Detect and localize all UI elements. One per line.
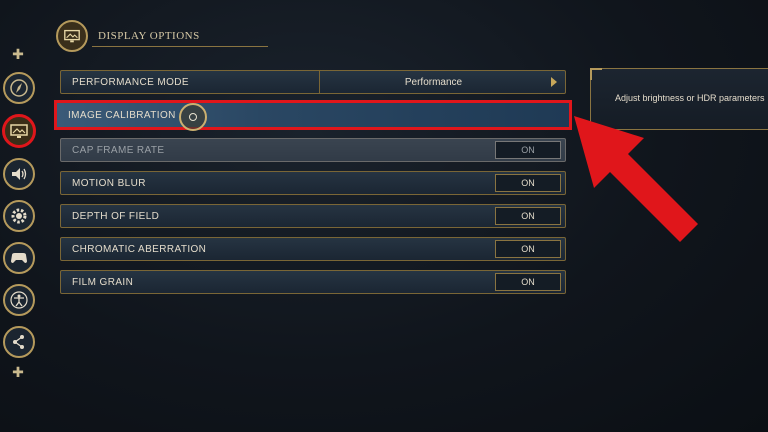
setting-motion-blur[interactable]: MOTION BLUR ON (60, 171, 566, 195)
gamepad-icon (11, 253, 27, 263)
setting-label: FILM GRAIN (72, 276, 134, 288)
dpad-icon: ✚ (12, 48, 24, 63)
setting-cap-frame-rate[interactable]: CAP FRAME RATE ON (60, 138, 566, 162)
setting-label: IMAGE CALIBRATION (68, 109, 176, 121)
setting-label: MOTION BLUR (72, 177, 146, 189)
sidebar-item-controls[interactable] (3, 242, 35, 274)
setting-film-grain[interactable]: FILM GRAIN ON (60, 270, 566, 294)
gear-icon (11, 208, 27, 224)
setting-label: PERFORMANCE MODE (72, 76, 189, 88)
monitor-icon (10, 124, 28, 138)
sidebar-item-gameplay[interactable] (3, 200, 35, 232)
header-divider (92, 46, 268, 47)
sidebar-item-display[interactable] (2, 114, 36, 148)
depth-of-field-toggle[interactable]: ON (495, 207, 561, 225)
sidebar-item-accessibility[interactable] (3, 284, 35, 316)
page-header: DISPLAY OPTIONS (56, 20, 268, 52)
panel-corner-ornament (590, 68, 602, 80)
cap-frame-rate-toggle[interactable]: ON (495, 141, 561, 159)
sidebar-item-compass[interactable] (3, 72, 35, 104)
compass-icon (10, 79, 28, 97)
accessibility-icon (10, 291, 28, 309)
header-badge (56, 20, 88, 52)
setting-image-calibration[interactable]: IMAGE CALIBRATION (54, 100, 572, 131)
motion-blur-toggle[interactable]: ON (495, 174, 561, 192)
performance-mode-value[interactable]: Performance (320, 71, 547, 93)
dpad-icon: ✚ (12, 366, 24, 381)
film-grain-toggle[interactable]: ON (495, 273, 561, 291)
speaker-icon (12, 168, 27, 180)
category-sidebar: ✚ ✚ (0, 0, 40, 432)
page-title: DISPLAY OPTIONS (98, 30, 200, 42)
share-icon (13, 335, 24, 349)
setting-label: CAP FRAME RATE (72, 144, 165, 156)
sidebar-item-audio[interactable] (3, 158, 35, 190)
chromatic-aberration-toggle[interactable]: ON (495, 240, 561, 258)
sidebar-item-social[interactable] (3, 326, 35, 358)
description-text: Adjust brightness or HDR parameters (615, 93, 765, 103)
setting-performance-mode[interactable]: PERFORMANCE MODE Performance (60, 70, 566, 94)
cursor-dot (189, 113, 197, 121)
setting-chromatic-aberration[interactable]: CHROMATIC ABERRATION ON (60, 237, 566, 261)
annotation-arrow-icon (574, 116, 698, 242)
setting-label: DEPTH OF FIELD (72, 210, 160, 222)
chevron-right-icon[interactable] (551, 77, 557, 87)
setting-label: CHROMATIC ABERRATION (72, 243, 207, 255)
monitor-icon (64, 29, 80, 43)
selection-cursor (179, 103, 207, 131)
setting-depth-of-field[interactable]: DEPTH OF FIELD ON (60, 204, 566, 228)
